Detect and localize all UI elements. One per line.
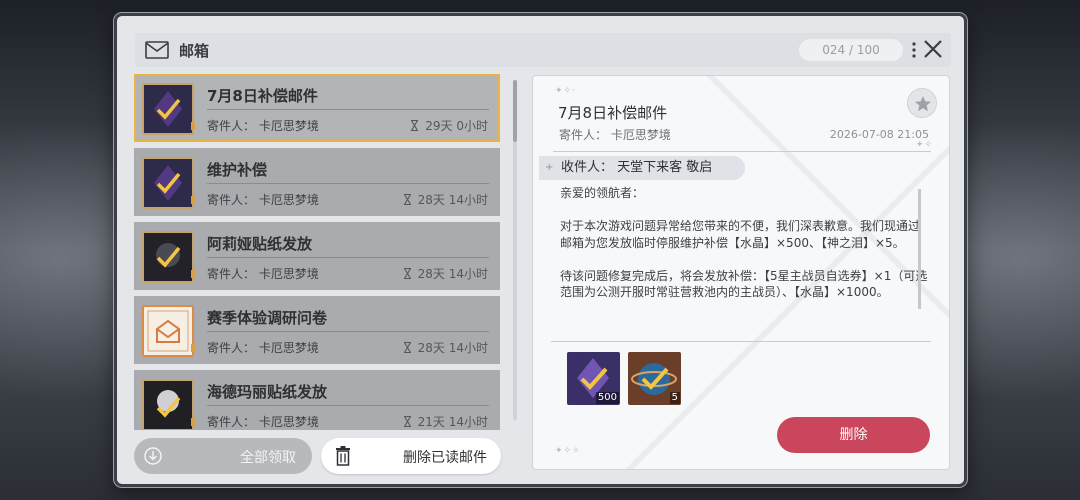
mail-thumb-sticker [142,379,195,430]
mail-item[interactable]: 阿莉娅贴纸发放 寄件人： 卡厄思梦境 28天 14小时 [134,222,500,290]
mail-thumb-crystal [142,157,195,209]
divider [207,109,489,110]
mail-title: 7月8日补偿邮件 [207,87,318,105]
divider [207,183,489,184]
delete-button[interactable]: 删除 [777,417,930,453]
sparkle-decoration: ✦✧ [915,140,933,150]
title-bar: 邮箱 024 / 100 [135,33,951,67]
mail-title: 维护补偿 [207,161,268,179]
detail-date: 2026-07-08 21:05 [829,128,929,141]
mail-list: 7月8日补偿邮件 寄件人： 卡厄思梦境 29天 0小时 维护补偿 寄件人： 卡厄… [134,74,500,430]
download-circle-icon [144,447,162,465]
detail-sender: 寄件人： 卡厄思梦境 [559,128,671,142]
mail-expiry: 28天 14小时 [403,191,488,208]
divider [551,341,931,342]
star-icon [915,96,931,112]
attachment-qty: 500 [595,392,619,404]
claim-all-button[interactable]: 全部领取 [134,438,312,474]
recipient-label: + 收件人： 天堂下来客 敬启 [539,156,745,180]
mail-item[interactable]: 维护补偿 寄件人： 卡厄思梦境 28天 14小时 [134,148,500,216]
delete-read-label: 删除已读邮件 [403,450,487,466]
mail-sender: 寄件人： 卡厄思梦境 [207,415,319,429]
favorite-button[interactable] [907,88,937,118]
mail-icon [145,41,169,59]
hourglass-icon [411,120,419,131]
divider [207,257,489,258]
attachment-item[interactable]: 500 [567,352,620,405]
mail-sender: 寄件人： 卡厄思梦境 [207,267,319,281]
mail-title: 赛季体验调研问卷 [207,309,328,327]
claim-all-label: 全部领取 [240,450,296,466]
sticker-check-icon [144,381,192,429]
mail-greeting: 亲爱的领航者： [560,186,645,200]
hourglass-icon [403,416,411,427]
attachment-item[interactable]: 5 [628,352,681,405]
mail-body: 亲爱的领航者： 对于本次游戏问题异常给您带来的不便，我们深表歉意。我们现通过邮箱… [560,185,928,317]
window-title: 邮箱 [179,42,210,60]
sparkle-decoration: ✦✧✧ [555,446,581,456]
mail-counter: 024 / 100 [799,39,903,61]
body-scrollbar[interactable] [918,189,921,309]
mail-paragraph: 对于本次游戏问题异常给您带来的不便，我们深表歉意。我们现通过邮箱为您发放临时停服… [560,219,921,250]
open-envelope-icon [144,307,192,355]
mail-expiry: 28天 14小时 [403,265,488,282]
mail-list-scrollbar[interactable] [513,80,517,420]
divider [207,331,489,332]
mail-expiry: 28天 14小时 [403,339,488,356]
mailbox-window: 邮箱 024 / 100 7月8日补偿邮件 寄件人： 卡厄思梦境 29天 0小时… [114,13,967,487]
mail-expiry: 21天 14小时 [403,413,488,430]
sticker-check-icon [144,233,192,281]
sparkle-decoration: ✦✧· [555,86,576,96]
delete-read-button[interactable]: 删除已读邮件 [321,438,501,474]
mail-detail-panel: ✦✧· 7月8日补偿邮件 寄件人： 卡厄思梦境 2026-07-08 21:05… [532,75,950,470]
detail-title: 7月8日补偿邮件 [558,104,668,122]
mail-sender: 寄件人： 卡厄思梦境 [207,193,319,207]
mail-item[interactable]: 7月8日补偿邮件 寄件人： 卡厄思梦境 29天 0小时 [134,74,500,142]
hourglass-icon [403,268,411,279]
divider [207,405,489,406]
more-icon[interactable] [911,39,917,61]
trash-icon [336,446,350,466]
attachment-qty: 5 [669,392,680,404]
mail-title: 海德玛丽贴纸发放 [207,383,328,401]
mail-item[interactable]: 海德玛丽贴纸发放 寄件人： 卡厄思梦境 21天 14小时 [134,370,500,430]
crystal-check-icon [144,85,192,133]
mail-title: 阿莉娅贴纸发放 [207,235,313,253]
hourglass-icon [403,194,411,205]
divider [553,151,931,152]
mail-thumb-envelope [142,305,195,357]
mail-thumb-crystal [142,83,195,135]
mail-item[interactable]: 赛季体验调研问卷 寄件人： 卡厄思梦境 28天 14小时 [134,296,500,364]
close-icon[interactable] [922,38,944,60]
hourglass-icon [403,342,411,353]
mail-paragraph: 待该问题修复完成后，将会发放补偿：【5星主战员自选券】×1（可选范围为公测开服时… [560,268,928,300]
mail-sender: 寄件人： 卡厄思梦境 [207,119,319,133]
crystal-check-icon [144,159,192,207]
mail-expiry: 29天 0小时 [410,117,488,134]
mail-thumb-sticker [142,231,195,283]
mail-sender: 寄件人： 卡厄思梦境 [207,341,319,355]
